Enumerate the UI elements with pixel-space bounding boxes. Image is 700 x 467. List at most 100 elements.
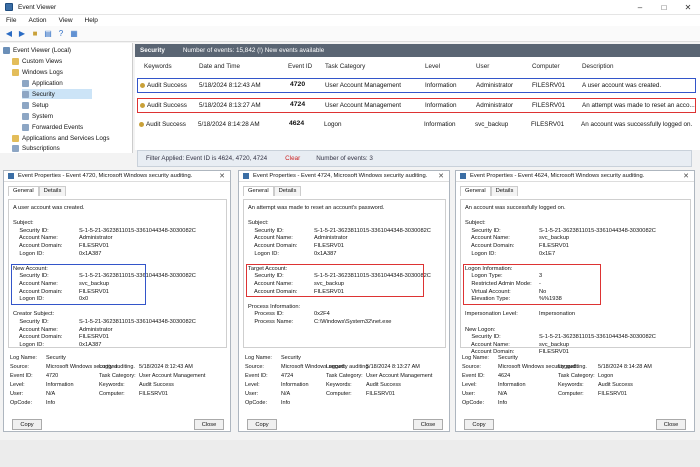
folder-icon <box>12 57 19 65</box>
meta-value: Security <box>498 355 518 361</box>
meta-label: Task Category: <box>326 373 363 379</box>
window-controls: – □ ✕ <box>628 0 700 15</box>
up-folder-icon[interactable]: ■ <box>30 29 40 39</box>
close-button[interactable]: Close <box>656 419 686 430</box>
field-label: Account Domain: <box>13 243 63 249</box>
field-value: FILESRV01 <box>539 349 569 356</box>
key-icon <box>140 82 145 88</box>
field-label: Account Domain: <box>13 334 63 341</box>
meta-label: Log Name: <box>245 355 272 361</box>
computer-icon <box>3 46 10 54</box>
event-icon <box>243 173 249 179</box>
field-value: svc_backup <box>539 341 570 348</box>
tab-general[interactable]: General <box>460 186 491 196</box>
event-properties-dialog-4720: Event Properties - Event 4720, Microsoft… <box>3 170 231 432</box>
meta-value: Microsoft Windows security auditing. <box>46 364 135 370</box>
tree-security[interactable]: Security <box>22 89 92 99</box>
meta-label: Task Category: <box>558 373 595 379</box>
back-arrow-icon[interactable]: ◀ <box>4 29 14 39</box>
tree-root[interactable]: Event Viewer (Local) <box>3 45 71 55</box>
column-task-category[interactable]: Task Category <box>325 63 365 70</box>
clear-filter-link[interactable]: Clear <box>285 155 300 162</box>
field-label: Process Name: <box>248 319 294 325</box>
tab-details[interactable]: Details <box>38 186 67 196</box>
tab-details[interactable]: Details <box>273 186 302 196</box>
table-row[interactable]: Audit Success 5/18/2024 8:12:43 AM 4720 … <box>137 78 696 93</box>
close-icon[interactable]: ✕ <box>219 172 225 180</box>
help-icon[interactable]: ? <box>56 29 66 39</box>
menu-action[interactable]: Action <box>28 17 46 24</box>
meta-label: Keywords: <box>326 382 352 388</box>
menu-help[interactable]: Help <box>85 17 98 24</box>
meta-value: N/A <box>498 391 508 397</box>
properties-icon[interactable]: ▦ <box>69 29 79 39</box>
close-icon[interactable]: ✕ <box>438 172 444 180</box>
tab-general[interactable]: General <box>8 186 39 196</box>
meta-label: Event ID: <box>245 373 268 379</box>
menu-view[interactable]: View <box>59 17 73 24</box>
highlight-box <box>246 263 424 298</box>
close-button[interactable]: Close <box>413 419 443 430</box>
meta-value: Security <box>281 355 301 361</box>
log-icon <box>22 101 29 109</box>
field-label: Account Domain: <box>248 243 298 249</box>
toolbar: ◀ ▶ ■ ▤ ? ▦ <box>0 26 700 42</box>
tree-apps-services[interactable]: Applications and Services Logs <box>12 133 110 143</box>
copy-button[interactable]: Copy <box>464 419 494 430</box>
tree-system[interactable]: System <box>22 111 53 121</box>
tree-windows-logs[interactable]: Windows Logs <box>12 67 63 77</box>
menu-file[interactable]: File <box>6 17 16 24</box>
meta-label: Logged: <box>99 364 119 370</box>
field-label: Process ID: <box>248 311 284 318</box>
tree-subscriptions[interactable]: Subscriptions <box>12 143 60 153</box>
close-button[interactable]: Close <box>194 419 224 430</box>
folder-icon <box>12 134 19 142</box>
tab-general[interactable]: General <box>243 186 274 196</box>
column-user[interactable]: User <box>476 63 489 70</box>
column-level[interactable]: Level <box>425 63 440 70</box>
folder-icon <box>12 68 19 76</box>
field-label: Impersonation Level: <box>465 311 518 318</box>
show-hide-tree-icon[interactable]: ▤ <box>43 29 53 39</box>
copy-button[interactable]: Copy <box>12 419 42 430</box>
field-label: New Logon: <box>465 326 496 333</box>
copy-button[interactable]: Copy <box>247 419 277 430</box>
column-computer[interactable]: Computer <box>532 63 560 70</box>
minimize-icon[interactable]: – <box>628 0 652 15</box>
meta-value: Information <box>281 382 309 388</box>
tree-application[interactable]: Application <box>22 78 63 88</box>
tree-forwarded-events[interactable]: Forwarded Events <box>22 122 83 132</box>
event-properties-dialog-4624: Event Properties - Event 4624, Microsoft… <box>455 170 695 432</box>
field-value: svc_backup <box>539 235 570 242</box>
event-list: Keywords Date and Time Event ID Task Cat… <box>135 57 700 150</box>
field-label: Logon ID: <box>248 250 279 257</box>
meta-value: Security <box>46 355 66 361</box>
column-description[interactable]: Description <box>582 63 614 70</box>
column-keywords[interactable]: Keywords <box>144 63 172 70</box>
navigation-tree: Event Viewer (Local) Custom Views Window… <box>0 43 133 153</box>
field-label: Account Name: <box>465 235 510 242</box>
meta-label: Event ID: <box>10 373 33 379</box>
table-row[interactable]: Audit Success 5/18/2024 8:13:27 AM 4724 … <box>137 98 696 113</box>
field-value: Administrator <box>314 235 348 242</box>
meta-value: 4724 <box>281 373 294 379</box>
highlight-box <box>463 263 601 305</box>
meta-value: FILESRV01 <box>598 391 627 397</box>
meta-value: Audit Success <box>366 382 401 388</box>
field-label: Account Name: <box>465 341 510 348</box>
tab-details[interactable]: Details <box>490 186 519 196</box>
maximize-icon[interactable]: □ <box>652 0 676 15</box>
tree-setup[interactable]: Setup <box>22 100 48 110</box>
meta-value: Info <box>281 400 291 406</box>
forward-arrow-icon[interactable]: ▶ <box>17 29 27 39</box>
desktop-strip <box>0 440 700 467</box>
window-title: Event Viewer <box>18 3 57 11</box>
tree-custom-views[interactable]: Custom Views <box>12 56 62 66</box>
column-event-id[interactable]: Event ID <box>288 63 312 70</box>
close-icon[interactable]: ✕ <box>683 172 689 180</box>
close-icon[interactable]: ✕ <box>676 0 700 15</box>
table-row[interactable]: Audit Success 5/18/2024 8:14:28 AM 4624 … <box>137 118 696 133</box>
field-label: Subject: <box>13 220 34 227</box>
meta-label: OpCode: <box>462 400 485 406</box>
column-date-time[interactable]: Date and Time <box>199 63 240 70</box>
